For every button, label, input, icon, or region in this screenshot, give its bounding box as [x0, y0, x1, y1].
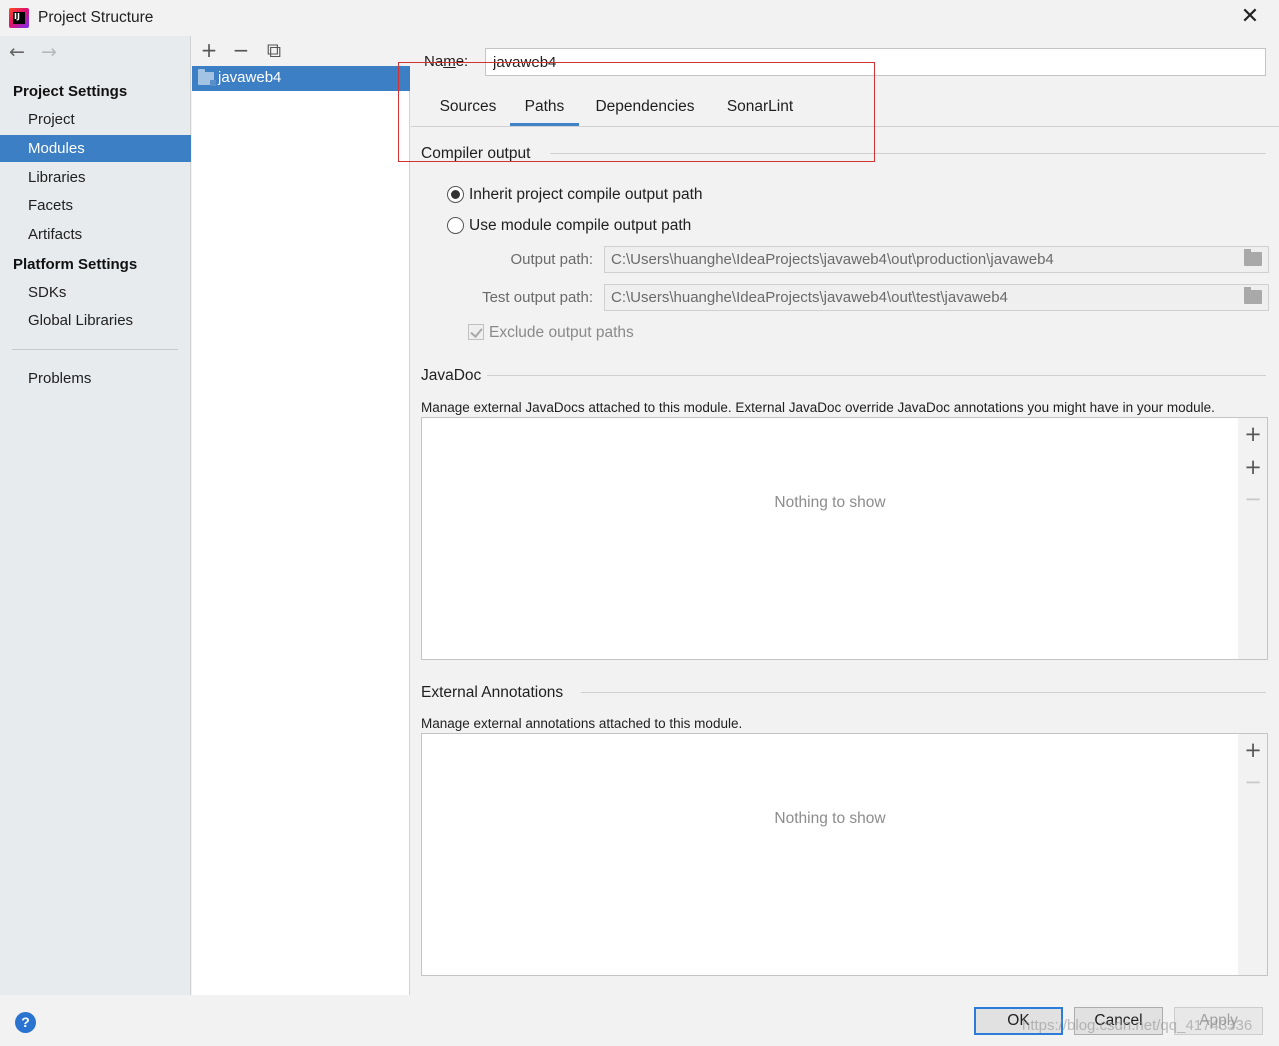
close-icon[interactable]: ✕ — [1236, 6, 1264, 30]
external-annotations-empty-text: Nothing to show — [774, 810, 886, 827]
folder-browse-icon[interactable] — [1244, 287, 1262, 304]
add-url-icon[interactable]: + — [1243, 457, 1263, 478]
name-label-post: e: — [455, 53, 469, 70]
settings-sidebar: ← → Project Settings Project Modules Lib… — [0, 36, 191, 995]
exclude-output-label: Exclude output paths — [489, 324, 634, 341]
folder-browse-icon[interactable] — [1244, 249, 1262, 266]
tab-sonarlint[interactable]: SonarLint — [713, 98, 807, 126]
external-annotations-list[interactable]: Nothing to show — [421, 733, 1239, 976]
sidebar-item-libraries[interactable]: Libraries — [0, 164, 191, 191]
modules-toolbar: + − ⧉ — [192, 36, 410, 66]
use-module-output-radio[interactable] — [447, 217, 464, 234]
intellij-app-icon: IJ — [9, 8, 29, 28]
sidebar-item-sdks[interactable]: SDKs — [0, 279, 191, 306]
name-label-mnemonic: m — [443, 53, 456, 70]
module-list-item[interactable]: javaweb4 — [192, 66, 410, 91]
name-label-pre: Na — [424, 53, 444, 70]
ok-button[interactable]: OK — [974, 1007, 1063, 1035]
project-settings-heading: Project Settings — [13, 83, 128, 100]
exclude-output-checkbox[interactable] — [468, 324, 484, 340]
compiler-output-heading: Compiler output — [421, 145, 531, 162]
sidebar-item-artifacts[interactable]: Artifacts — [0, 221, 191, 248]
module-name-label: javaweb4 — [218, 69, 282, 86]
remove-module-icon[interactable]: − — [230, 39, 252, 61]
module-settings-panel: Name: Sources Paths Dependencies SonarLi… — [411, 36, 1279, 995]
test-output-path-value: C:\Users\huanghe\IdeaProjects\javaweb4\o… — [611, 289, 1008, 306]
cancel-button[interactable]: Cancel — [1074, 1007, 1163, 1035]
external-annotations-heading: External Annotations — [421, 684, 564, 701]
external-annotations-description: Manage external annotations attached to … — [421, 716, 743, 731]
tab-paths[interactable]: Paths — [510, 98, 579, 126]
name-label: Name: — [424, 53, 468, 70]
add-icon[interactable]: + — [1243, 740, 1263, 761]
add-icon[interactable]: + — [1243, 424, 1263, 445]
javadoc-list[interactable]: Nothing to show — [421, 417, 1239, 660]
sidebar-item-modules[interactable]: Modules — [0, 135, 191, 162]
back-arrow-icon[interactable]: ← — [9, 42, 29, 62]
remove-icon[interactable]: − — [1243, 489, 1263, 510]
window-title: Project Structure — [38, 9, 154, 26]
test-output-path-field[interactable]: C:\Users\huanghe\IdeaProjects\javaweb4\o… — [604, 284, 1269, 311]
external-annotations-toolbar: + − — [1238, 733, 1268, 976]
module-folder-icon — [198, 69, 216, 86]
forward-arrow-icon[interactable]: → — [41, 42, 61, 62]
external-annotations-separator — [581, 692, 1266, 693]
inherit-output-label: Inherit project compile output path — [469, 186, 703, 203]
javadoc-empty-text: Nothing to show — [774, 494, 886, 511]
output-path-value: C:\Users\huanghe\IdeaProjects\javaweb4\o… — [611, 251, 1054, 268]
modules-panel: + − ⧉ javaweb4 — [192, 36, 410, 995]
sidebar-item-global-libraries[interactable]: Global Libraries — [0, 307, 191, 334]
test-output-path-label: Test output path: — [482, 289, 593, 306]
help-icon[interactable]: ? — [15, 1012, 36, 1033]
app-icon-text: IJ — [14, 12, 20, 21]
module-name-input[interactable] — [485, 48, 1266, 76]
tab-strip-border — [411, 126, 1279, 127]
javadoc-description: Manage external JavaDocs attached to thi… — [421, 400, 1215, 415]
javadoc-separator — [487, 375, 1266, 376]
inherit-output-radio[interactable] — [447, 186, 464, 203]
sidebar-item-problems[interactable]: Problems — [0, 365, 191, 392]
dialog-footer: ? OK Cancel Apply https://blog.csdn.net/… — [0, 995, 1279, 1046]
compiler-output-separator — [550, 153, 1266, 154]
use-module-output-label: Use module compile output path — [469, 217, 692, 234]
platform-settings-heading: Platform Settings — [13, 256, 138, 273]
tab-sources[interactable]: Sources — [427, 98, 509, 126]
sidebar-divider — [12, 349, 178, 350]
output-path-field[interactable]: C:\Users\huanghe\IdeaProjects\javaweb4\o… — [604, 246, 1269, 273]
output-path-label: Output path: — [510, 251, 593, 268]
title-bar: IJ Project Structure ✕ — [0, 0, 1279, 36]
apply-button[interactable]: Apply — [1174, 1007, 1263, 1035]
javadoc-heading: JavaDoc — [421, 367, 482, 384]
copy-module-icon[interactable]: ⧉ — [263, 39, 285, 61]
tab-dependencies[interactable]: Dependencies — [583, 98, 707, 126]
sidebar-item-project[interactable]: Project — [0, 106, 191, 133]
remove-icon[interactable]: − — [1243, 772, 1263, 793]
javadoc-toolbar: + + − — [1238, 417, 1268, 660]
sidebar-item-facets[interactable]: Facets — [0, 192, 191, 219]
add-module-icon[interactable]: + — [198, 39, 220, 61]
